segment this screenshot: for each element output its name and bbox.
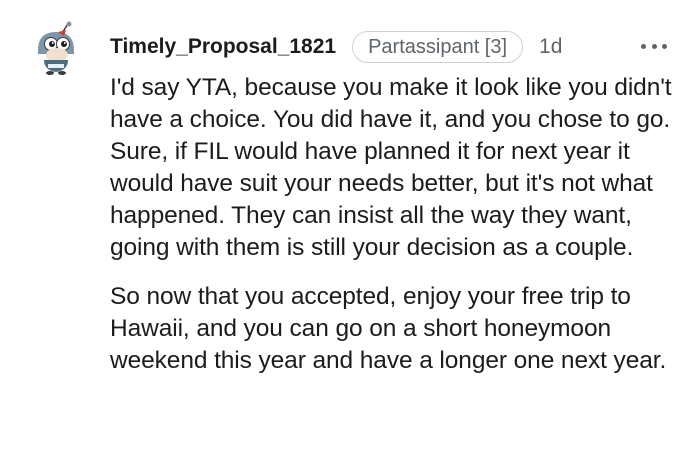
comment: Timely_Proposal_1821 Partassipant [3] 1d… <box>0 0 700 470</box>
snoo-avatar-icon[interactable] <box>28 20 84 76</box>
comment-age: 1d <box>539 35 563 58</box>
comment-paragraph-1: I'd say YTA, because you make it look li… <box>110 74 672 261</box>
comment-body: I'd say YTA, because you make it look li… <box>110 72 688 377</box>
comment-header: Timely_Proposal_1821 Partassipant [3] 1d <box>110 30 562 64</box>
dot <box>662 43 667 49</box>
dot <box>641 43 646 49</box>
author-username[interactable]: Timely_Proposal_1821 <box>110 35 336 59</box>
comment-paragraph-2: So now that you accepted, enjoy your fre… <box>110 283 667 374</box>
dot <box>651 43 657 49</box>
user-flair-badge: Partassipant [3] <box>352 31 524 63</box>
more-options-icon[interactable] <box>641 36 667 56</box>
